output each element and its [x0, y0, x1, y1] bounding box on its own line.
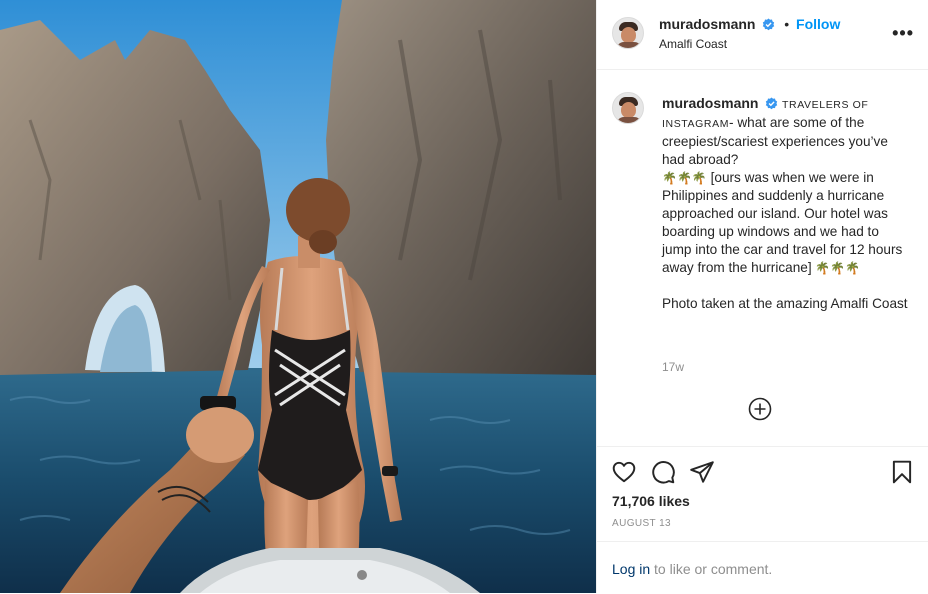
plus-circle-icon[interactable] [748, 397, 772, 421]
follow-button[interactable]: Follow [796, 16, 840, 32]
caption-story: [ours was when we were in Philippines an… [662, 170, 903, 275]
post-header: muradosmann • Follow Amalfi Coast ••• [597, 0, 928, 70]
comment-icon[interactable] [650, 459, 676, 485]
likes-count[interactable]: 71,706 likes [612, 493, 690, 509]
verified-badge-icon [763, 18, 775, 31]
caption-photo-note: Photo taken at the amazing Amalfi Coast [662, 296, 908, 311]
bookmark-icon[interactable] [889, 459, 915, 485]
caption-username[interactable]: muradosmann [662, 95, 758, 111]
post-photo[interactable] [0, 0, 596, 593]
header-author-line: muradosmann • Follow [659, 16, 840, 32]
post-caption: muradosmann TRAVELERS OF INSTAGRAM- what… [662, 94, 910, 313]
comments-area: muradosmann TRAVELERS OF INSTAGRAM- what… [597, 70, 928, 446]
login-bar: Log in to like or comment. [597, 541, 928, 594]
heart-icon[interactable] [611, 459, 637, 485]
login-prompt: Log in to like or comment. [612, 561, 772, 577]
caption-time: 17w [662, 360, 685, 374]
more-options-icon[interactable]: ••• [892, 24, 914, 42]
palm-tree-icons-2: 🌴🌴🌴 [815, 261, 861, 275]
post-location[interactable]: Amalfi Coast [659, 37, 727, 51]
verified-badge-icon [766, 97, 778, 110]
author-avatar[interactable] [612, 17, 644, 49]
post-date: AUGUST 13 [612, 518, 671, 529]
share-icon[interactable] [689, 459, 715, 485]
post-window: muradosmann • Follow Amalfi Coast ••• mu… [0, 0, 928, 593]
login-link[interactable]: Log in [612, 561, 650, 577]
post-side-panel: muradosmann • Follow Amalfi Coast ••• mu… [596, 0, 928, 593]
post-actions: 71,706 likes AUGUST 13 [597, 446, 928, 542]
caption-author-avatar[interactable] [612, 92, 644, 124]
login-prompt-rest: to like or comment. [650, 561, 773, 577]
author-username[interactable]: muradosmann [659, 16, 755, 32]
header-separator: • [784, 16, 790, 32]
post-image [0, 0, 596, 593]
palm-tree-icons: 🌴🌴🌴 [662, 171, 707, 185]
